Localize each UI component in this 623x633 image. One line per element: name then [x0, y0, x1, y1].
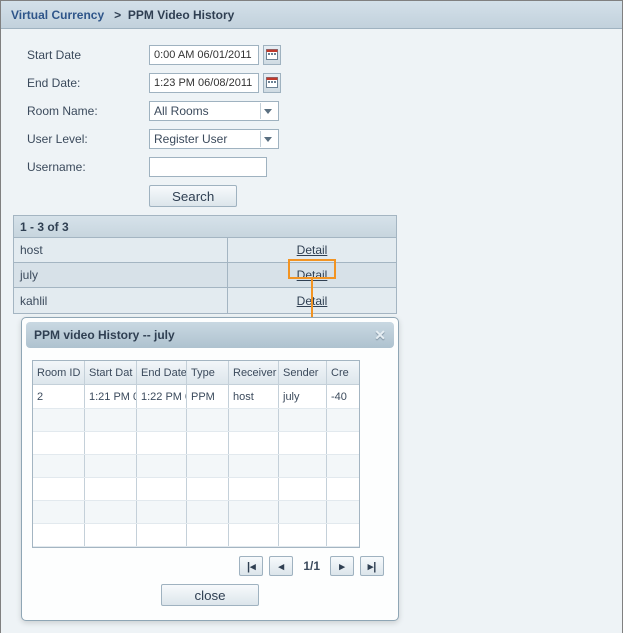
detail-cell: Detail: [228, 238, 396, 262]
cell-credit: -40: [327, 385, 359, 408]
table-row: july Detail: [14, 263, 396, 288]
search-row: Search: [27, 185, 610, 207]
end-date-label: End Date:: [27, 76, 149, 90]
user-level-select[interactable]: Register User: [149, 129, 279, 149]
start-date-row: Start Date: [27, 45, 610, 65]
username-input[interactable]: [149, 157, 267, 177]
pager-first-button[interactable]: |◂: [239, 556, 263, 576]
grid-row-empty: [33, 409, 359, 432]
calendar-icon: [266, 76, 278, 91]
breadcrumb-current: PPM Video History: [128, 8, 234, 22]
modal-footer: close: [32, 584, 388, 606]
table-row: host Detail: [14, 238, 396, 263]
grid-row-empty: [33, 524, 359, 547]
end-date-calendar-button[interactable]: [263, 73, 281, 93]
pager-next-button[interactable]: ▸: [330, 556, 354, 576]
col-type[interactable]: Type: [187, 361, 229, 384]
history-grid: Room ID Start Dat End Date Type Receiver…: [32, 360, 360, 548]
user-level-value: Register User: [154, 132, 227, 146]
pager-last-button[interactable]: ▸|: [360, 556, 384, 576]
col-end-date[interactable]: End Date: [137, 361, 187, 384]
col-credit[interactable]: Cre: [327, 361, 359, 384]
results-table: 1 - 3 of 3 host Detail july Detail kahli…: [13, 215, 397, 314]
close-button[interactable]: close: [161, 584, 258, 606]
cell-sender: july: [279, 385, 327, 408]
chevron-down-icon: [260, 103, 274, 119]
room-name-label: Room Name:: [27, 104, 149, 118]
room-name-value: All Rooms: [154, 104, 209, 118]
search-button[interactable]: Search: [149, 185, 237, 207]
user-cell: kahlil: [14, 288, 228, 313]
pager-prev-button[interactable]: ◂: [269, 556, 293, 576]
close-icon[interactable]: ✕: [374, 327, 386, 344]
cell-type: PPM: [187, 385, 229, 408]
col-room-id[interactable]: Room ID: [33, 361, 85, 384]
user-cell: july: [14, 263, 228, 287]
table-row: kahlil Detail: [14, 288, 396, 313]
cell-start-date: 1:21 PM 0: [85, 385, 137, 408]
grid-row-empty: [33, 455, 359, 478]
end-date-input[interactable]: [149, 73, 259, 93]
grid-row-empty: [33, 478, 359, 501]
cell-end-date: 1:22 PM 0: [137, 385, 187, 408]
detail-link[interactable]: Detail: [297, 243, 328, 257]
grid-row-empty: [33, 501, 359, 524]
detail-link[interactable]: Detail: [297, 268, 328, 282]
user-cell: host: [14, 238, 228, 262]
chevron-down-icon: [260, 131, 274, 147]
app-frame: Virtual Currency > PPM Video History Sta…: [0, 0, 623, 633]
username-label: Username:: [27, 160, 149, 174]
calendar-icon: [266, 48, 278, 63]
grid-row: 2 1:21 PM 0 1:22 PM 0 PPM host july -40: [33, 385, 359, 409]
pager: |◂ ◂ 1/1 ▸ ▸|: [32, 556, 388, 576]
username-row: Username:: [27, 157, 610, 177]
detail-link[interactable]: Detail: [297, 294, 328, 308]
detail-modal: PPM video History -- july ✕ Room ID Star…: [21, 317, 399, 621]
cell-receiver: host: [229, 385, 279, 408]
room-name-select[interactable]: All Rooms: [149, 101, 279, 121]
start-date-input[interactable]: [149, 45, 259, 65]
detail-cell: Detail: [228, 263, 396, 287]
filter-form: Start Date End Date: Room Name: [27, 45, 610, 207]
grid-header-row: Room ID Start Dat End Date Type Receiver…: [33, 361, 359, 385]
modal-body: Room ID Start Dat End Date Type Receiver…: [22, 352, 398, 620]
breadcrumb: Virtual Currency > PPM Video History: [11, 8, 234, 22]
user-level-row: User Level: Register User: [27, 129, 610, 149]
room-name-row: Room Name: All Rooms: [27, 101, 610, 121]
detail-cell: Detail: [228, 288, 396, 313]
page-body: Start Date End Date: Room Name: [1, 29, 622, 633]
col-start-date[interactable]: Start Dat: [85, 361, 137, 384]
col-sender[interactable]: Sender: [279, 361, 327, 384]
modal-titlebar: PPM video History -- july ✕: [26, 322, 394, 348]
grid-row-empty: [33, 432, 359, 455]
results-range: 1 - 3 of 3: [14, 216, 396, 238]
pager-page: 1/1: [303, 559, 320, 573]
col-receiver[interactable]: Receiver: [229, 361, 279, 384]
breadcrumb-separator: >: [108, 8, 125, 22]
cell-room-id: 2: [33, 385, 85, 408]
modal-title-text: PPM video History -- july: [34, 328, 175, 342]
start-date-label: Start Date: [27, 48, 149, 62]
start-date-calendar-button[interactable]: [263, 45, 281, 65]
page-header: Virtual Currency > PPM Video History: [1, 1, 622, 29]
breadcrumb-root[interactable]: Virtual Currency: [11, 8, 104, 22]
end-date-row: End Date:: [27, 73, 610, 93]
user-level-label: User Level:: [27, 132, 149, 146]
